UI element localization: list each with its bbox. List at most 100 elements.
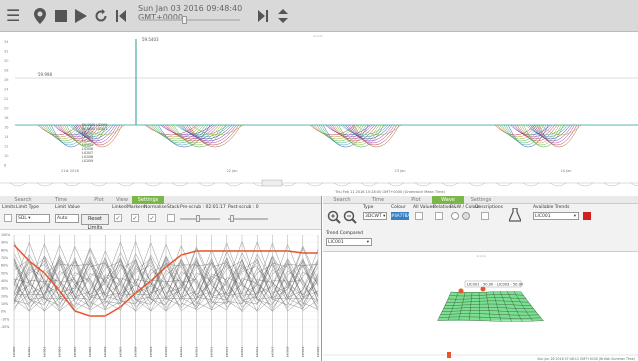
limits-label: Limits xyxy=(2,205,16,210)
pc-y-tick: 100% xyxy=(1,233,10,237)
zoom-in-icon[interactable] xyxy=(327,210,341,224)
add-trend-button[interactable] xyxy=(583,212,591,220)
pc-column-label: LIC001 xyxy=(27,347,31,357)
descriptions-label: Descriptions xyxy=(475,205,503,210)
refresh-icon[interactable] xyxy=(94,9,108,23)
stop-icon[interactable] xyxy=(55,10,67,22)
pc-column-label: LIC005 xyxy=(88,347,92,357)
time-slider-knob[interactable] xyxy=(182,16,187,24)
pc-column-label: LIC003 xyxy=(58,347,62,357)
x-tick-label: 23 Jan xyxy=(395,169,406,173)
location-pin-icon[interactable] xyxy=(34,8,46,24)
limits-checkbox[interactable] xyxy=(4,214,12,222)
timeline-bump xyxy=(387,182,405,187)
pc-column-label: LIC019 xyxy=(301,347,305,357)
pc-y-tick: 70% xyxy=(1,256,8,260)
surface-grid xyxy=(437,291,544,322)
tab-plot[interactable]: Plot xyxy=(401,196,431,204)
bw-toggle-off[interactable] xyxy=(451,212,459,220)
pc-y-tick: 50% xyxy=(1,271,8,275)
flask-icon[interactable] xyxy=(509,208,521,222)
left-tab-bar: Search Time Plot View Settings xyxy=(0,196,321,204)
linked-label: Linked xyxy=(112,205,127,210)
all-values-checkbox[interactable] xyxy=(415,212,423,220)
linked-checkbox[interactable]: ✓ xyxy=(114,214,122,222)
skip-forward-icon[interactable] xyxy=(258,10,268,22)
timeline-bump xyxy=(603,182,621,187)
y-tick-label: 12 xyxy=(4,145,8,149)
right-tab-bar: Search Time Plot Wave Settings xyxy=(323,196,638,204)
timeline-bump xyxy=(90,182,108,187)
available-trends-select[interactable]: LIC001 ▾ xyxy=(533,212,579,220)
pc-y-tick: 0% xyxy=(1,310,6,314)
post-scrub-knob[interactable] xyxy=(230,215,234,222)
post-scrub-slider[interactable] xyxy=(228,218,268,220)
markers-checkbox[interactable]: ✓ xyxy=(131,214,139,222)
reset-limits-button[interactable]: Reset Limits xyxy=(81,214,109,231)
hover-label: LIC009 xyxy=(82,159,93,163)
timeline-bump xyxy=(495,182,513,187)
relative-label: Relative xyxy=(433,205,452,210)
pc-y-tick: 10% xyxy=(1,302,8,306)
limit-value-input[interactable]: Auto xyxy=(55,214,79,223)
y-tick-label: 10 xyxy=(4,154,8,158)
colour-label: Colour xyxy=(391,205,406,210)
pc-column-label: LIC002 xyxy=(42,347,46,357)
svg-text:===: === xyxy=(476,254,486,258)
play-icon[interactable] xyxy=(75,9,87,23)
descriptions-checkbox[interactable] xyxy=(481,212,489,220)
tab-settings[interactable]: Settings xyxy=(465,196,497,204)
tab-time[interactable]: Time xyxy=(46,196,76,204)
trend-compared-select[interactable]: LIC001 ▾ xyxy=(326,238,372,246)
pre-scrub-knob[interactable] xyxy=(196,215,200,222)
time-slider-track[interactable] xyxy=(140,19,240,21)
timeline-strip[interactable]: Thu Feb 11 2016 15:28:00 GMT+0000 (Green… xyxy=(0,178,638,196)
tab-time[interactable]: Time xyxy=(363,196,393,204)
zoom-out-icon[interactable] xyxy=(343,210,357,224)
pc-column-label: LIC017 xyxy=(270,347,274,357)
all-values-label: All Values xyxy=(413,205,435,210)
tab-search[interactable]: Search xyxy=(327,196,357,204)
timeline-window[interactable] xyxy=(261,179,283,187)
limit-type-select[interactable]: SDL ▾ xyxy=(16,214,50,223)
right-timeline[interactable]: Sun Jun 26 2016 07:46:12 GMT+0100 (Briti… xyxy=(323,352,638,361)
normalise-checkbox[interactable]: ✓ xyxy=(148,214,156,222)
y-tick-label: 26 xyxy=(4,78,8,82)
limit-value-label: Limit Value xyxy=(55,205,80,210)
pc-y-tick: -10% xyxy=(1,317,9,321)
type-label: Type xyxy=(363,205,374,210)
surface-marker-1 xyxy=(458,288,464,294)
stack-checkbox[interactable] xyxy=(167,214,175,222)
colour-swatch[interactable]: #4A77BA xyxy=(391,212,410,220)
pc-column-label: LIC012 xyxy=(194,347,198,357)
menu-icon[interactable]: ☰ xyxy=(6,6,20,26)
timeline-ticks xyxy=(9,182,638,187)
pc-column-label: LIC011 xyxy=(179,347,183,357)
tab-settings[interactable]: Settings xyxy=(132,196,164,204)
timeline-bump xyxy=(549,182,567,187)
pc-column-label: LIC009 xyxy=(149,347,153,357)
wave-3d-surface[interactable]: === LIC001 - 50.00 - LIC003 - 50.00 xyxy=(323,254,638,354)
toolbar: ☰ Sun Jan 03 2016 09:48:40 GMT+0000 xyxy=(0,0,638,32)
bw-toggle-on[interactable] xyxy=(462,212,470,220)
type-value: 3DCWT xyxy=(365,214,382,219)
pre-scrub-slider[interactable] xyxy=(180,218,220,220)
timeline-bump xyxy=(441,182,459,187)
timeline-bump xyxy=(630,182,638,187)
relative-checkbox[interactable] xyxy=(435,212,443,220)
timeline-bump xyxy=(9,182,27,187)
pc-y-tick: 20% xyxy=(1,294,8,298)
stack-label: Stack xyxy=(167,205,180,210)
svg-text:===: === xyxy=(313,33,323,38)
pc-column-label: LIC018 xyxy=(286,347,290,357)
sort-arrows-icon[interactable] xyxy=(278,9,288,23)
parallel-coordinates-chart[interactable]: 100% 90% 80% 70% 60% 50% 40% 30% 20% 10% 0% -10% -20… xyxy=(0,231,322,361)
timeline-bump xyxy=(306,182,324,187)
type-select[interactable]: 3DCWT ▾ xyxy=(363,212,387,220)
y-tick-label: 30 xyxy=(4,59,8,63)
main-trend-chart[interactable]: === 34 32 30 28 26 24 22 20 18 16 14 12 10 8 59.998 5… xyxy=(0,33,638,178)
tab-search[interactable]: Search xyxy=(8,196,38,204)
right-timeline-marker[interactable] xyxy=(447,352,451,358)
skip-back-icon[interactable] xyxy=(116,10,126,22)
tab-wave[interactable]: Wave xyxy=(432,196,464,204)
